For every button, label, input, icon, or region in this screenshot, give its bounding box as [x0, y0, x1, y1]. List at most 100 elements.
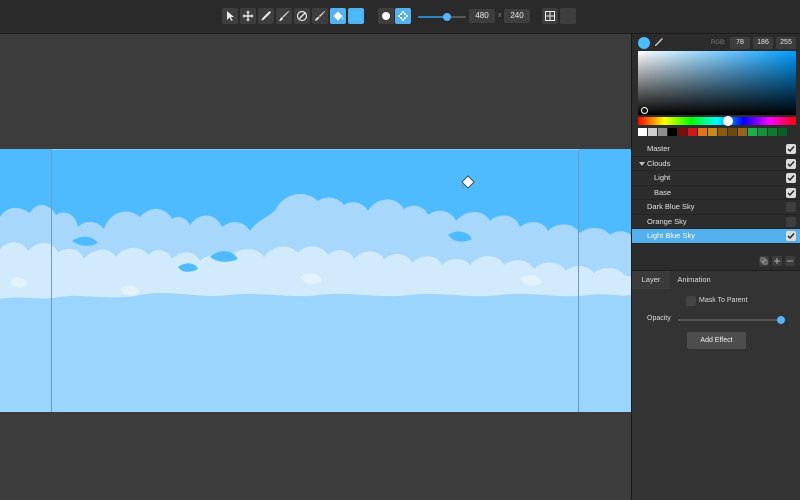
layer-name: Light Blue Sky: [647, 231, 695, 240]
opacity-slider-knob[interactable]: [777, 316, 785, 324]
opacity-slider[interactable]: [678, 319, 782, 321]
saturation-value-handle[interactable]: [641, 107, 648, 114]
layer-name: Orange Sky: [647, 216, 687, 226]
brush-icon: [279, 11, 289, 21]
palette-swatch[interactable]: [658, 128, 667, 136]
red-value-field[interactable]: 78: [730, 37, 750, 49]
layer-row[interactable]: Orange Sky: [632, 215, 800, 229]
add-layer-button[interactable]: [772, 256, 782, 266]
palette-swatch[interactable]: [698, 128, 707, 136]
palette-swatch[interactable]: [708, 128, 717, 136]
pencil-icon: [261, 11, 271, 21]
layer-row[interactable]: Dark Blue Sky: [632, 200, 800, 215]
add-layer-icon: [774, 258, 780, 264]
round-brush-button[interactable]: [378, 8, 394, 24]
layer-row[interactable]: Clouds: [632, 157, 800, 171]
blend-icon: [296, 10, 308, 22]
layer-visibility-checkbox[interactable]: [786, 231, 796, 241]
color-swatch-button[interactable]: [348, 8, 364, 24]
layer-row[interactable]: Master: [632, 142, 800, 157]
hue-slider-handle[interactable]: [723, 116, 733, 126]
layer-visibility-checkbox[interactable]: [786, 216, 796, 227]
add-effect-button[interactable]: Add Effect: [687, 332, 746, 349]
layer-name: Clouds: [647, 158, 671, 168]
move-tool-button[interactable]: [240, 8, 256, 24]
duplicate-layer-button[interactable]: [759, 256, 769, 266]
palette-swatch[interactable]: [768, 128, 777, 136]
layer-name: Light: [654, 173, 671, 182]
fill-bucket-tool-button[interactable]: [330, 8, 346, 24]
palette-swatch[interactable]: [748, 128, 757, 136]
saturation-value-field[interactable]: [638, 51, 796, 115]
fill-cursor-icon: [461, 175, 475, 189]
pencil-tool-button[interactable]: [258, 8, 274, 24]
hue-slider[interactable]: [638, 117, 796, 125]
remove-layer-button[interactable]: [785, 256, 795, 266]
mask-to-parent-checkbox[interactable]: [686, 296, 696, 306]
layer-name: Dark Blue Sky: [647, 202, 695, 211]
canvas-height-field[interactable]: 240: [504, 9, 530, 23]
check-icon: [787, 175, 795, 182]
layer-actions-bar: [632, 254, 800, 268]
smudge-tool-button[interactable]: [312, 8, 328, 24]
canvas-width-field[interactable]: 480: [469, 9, 495, 23]
layer-visibility-checkbox[interactable]: [786, 158, 796, 169]
eyedropper-icon[interactable]: [654, 37, 664, 47]
layer-visibility-checkbox[interactable]: [786, 173, 796, 183]
artboard-right-guide: [578, 149, 579, 412]
size-separator: x: [498, 12, 502, 19]
check-icon: [787, 189, 795, 196]
layer-name: Base: [654, 187, 672, 197]
remove-layer-icon: [787, 260, 793, 262]
palette-swatch[interactable]: [728, 128, 737, 136]
expand-triangle-icon[interactable]: [639, 161, 645, 166]
canvas-area[interactable]: [0, 34, 631, 500]
palette-swatch[interactable]: [718, 128, 727, 136]
rgb-label: RGB:: [711, 40, 726, 46]
move-icon: [242, 10, 254, 22]
right-panel: RGB: 78 186 255 Master Clouds Light Base Dar…: [631, 34, 800, 500]
brush-size-slider[interactable]: [418, 13, 466, 21]
palette-swatch[interactable]: [678, 128, 687, 136]
opacity-label: Opacity: [647, 315, 671, 322]
pixel-brush-button[interactable]: [395, 8, 411, 24]
palette-swatch[interactable]: [638, 128, 647, 136]
layer-row[interactable]: Base: [632, 186, 800, 200]
palette-swatch[interactable]: [778, 128, 787, 136]
blue-value-field[interactable]: 255: [776, 37, 796, 49]
current-color-swatch[interactable]: [638, 37, 650, 49]
toolbar: 480 x 240: [0, 0, 800, 34]
artboard[interactable]: [0, 149, 631, 412]
color-swatch-icon: [351, 11, 361, 21]
mask-to-parent-label: Mask To Parent: [699, 297, 748, 304]
pixel-brush-icon: [398, 11, 408, 21]
extra-tool-button[interactable]: [560, 8, 576, 24]
round-brush-icon: [382, 12, 390, 20]
layer-name: Master: [647, 144, 670, 153]
tab-animation[interactable]: Animation: [670, 271, 718, 289]
smudge-icon: [315, 11, 325, 21]
layer-visibility-checkbox[interactable]: [786, 144, 796, 154]
palette-swatch[interactable]: [688, 128, 697, 136]
palette-swatch[interactable]: [648, 128, 657, 136]
fill-bucket-icon: [333, 11, 343, 21]
tab-layer[interactable]: Layer: [632, 271, 670, 289]
sky-artwork: [0, 149, 631, 412]
layer-visibility-checkbox[interactable]: [786, 187, 796, 198]
arrow-tool-button[interactable]: [222, 8, 238, 24]
green-value-field[interactable]: 186: [753, 37, 773, 49]
palette-swatch[interactable]: [758, 128, 767, 136]
brush-tool-button[interactable]: [276, 8, 292, 24]
pixel-editor-app: 480 x 240 RGB: 78 186 255 Master Clouds …: [0, 0, 800, 500]
palette-swatch[interactable]: [668, 128, 677, 136]
grid-icon: [545, 11, 555, 21]
grid-toggle-button[interactable]: [542, 8, 558, 24]
brush-size-knob[interactable]: [442, 13, 451, 21]
blend-tool-button[interactable]: [294, 8, 310, 24]
artboard-left-guide: [51, 149, 52, 412]
layer-visibility-checkbox[interactable]: [786, 202, 796, 212]
layer-row[interactable]: Light: [632, 171, 800, 186]
palette-swatch[interactable]: [738, 128, 747, 136]
layer-row[interactable]: Light Blue Sky: [632, 229, 800, 244]
color-palette: [638, 128, 788, 136]
